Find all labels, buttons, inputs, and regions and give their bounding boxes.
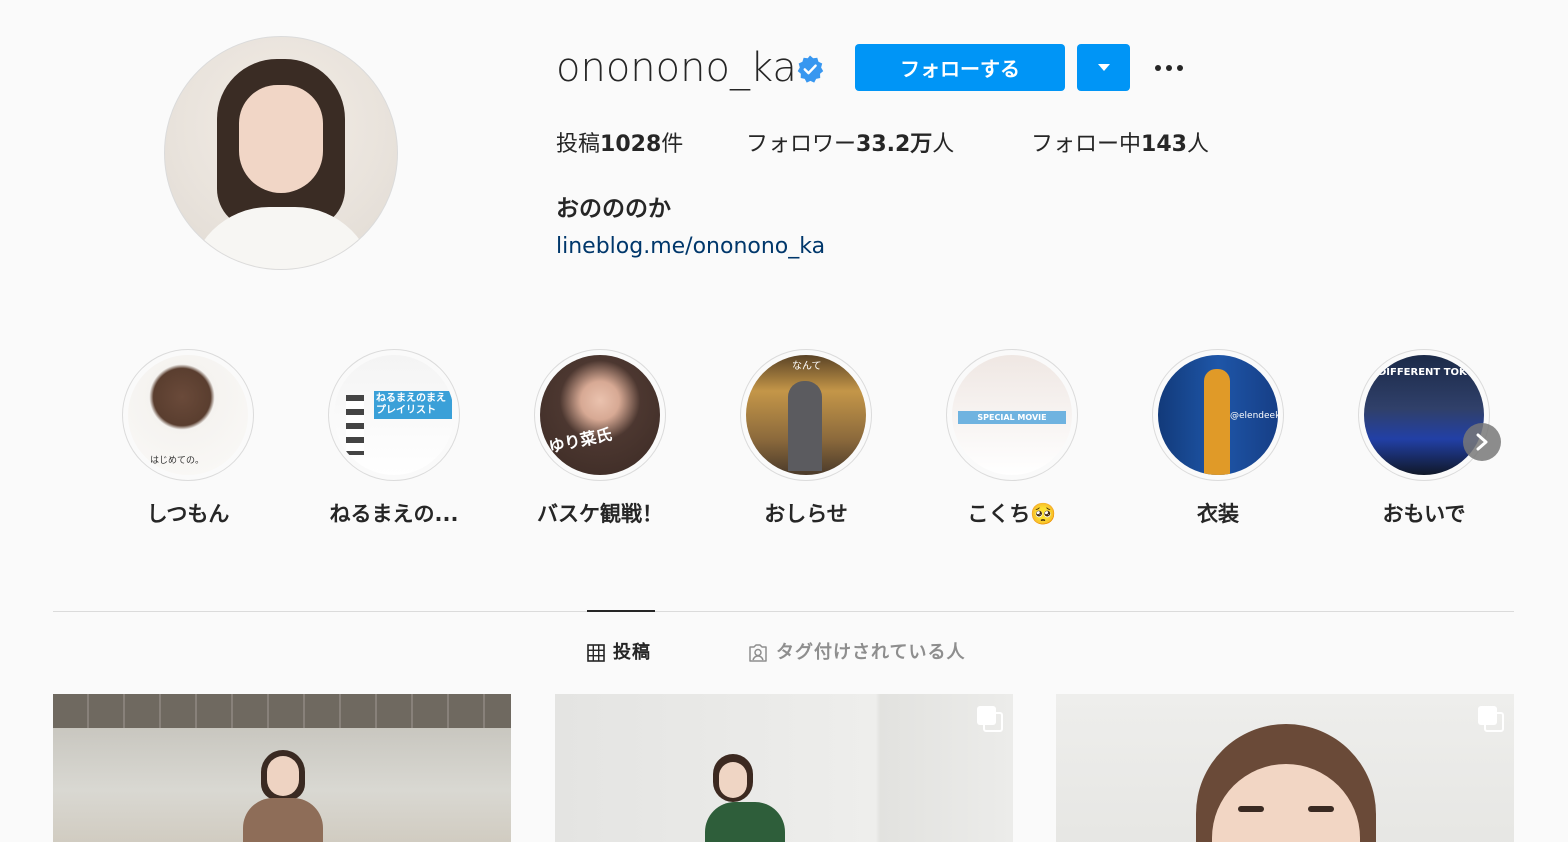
following-number: 143 [1141,132,1187,157]
profile-username: ononono_ka [556,45,797,91]
post-thumbnail[interactable] [555,694,1013,842]
following-link[interactable]: フォロー中143人 [1031,130,1209,160]
highlights-next-button[interactable] [1463,423,1501,461]
profile-avatar[interactable] [164,36,398,270]
active-tab-indicator [587,610,655,612]
caret-down-icon [1097,63,1110,71]
tab-tagged[interactable]: タグ付けされている人 [748,640,965,666]
highlight-ring: なんて [740,349,872,481]
highlight-ring: ゆり菜氏 [534,349,666,481]
highlight-thumbnail: なんて [746,355,866,475]
followers-suffix: 人 [932,132,955,157]
highlight-ring: @elendeek [1152,349,1284,481]
highlight-label: 衣装 [1197,502,1239,526]
highlight-thumb-text: @elendeek [1230,411,1278,421]
multiple-photos-icon [1478,706,1504,732]
highlight-label: おもいで [1382,502,1466,526]
post-person-face [267,756,299,796]
avatar-face [239,85,323,193]
following-prefix: フォロー中 [1031,132,1142,157]
post-wood-fence [53,694,511,728]
chevron-right-icon [1476,433,1488,451]
highlight-thumb-text: ゆり菜氏 [547,424,614,457]
following-suffix: 人 [1186,132,1209,157]
highlight-label: しつもん [146,502,230,526]
highlight-item[interactable]: ねるまえのまえ プレイリスト ねるまえの... [308,349,478,539]
highlight-thumbnail: ねるまえのまえ プレイリスト [334,355,454,475]
highlight-thumb-text: なんて [792,361,822,372]
highlight-item[interactable]: はじめての。 しつもん [102,349,272,539]
followers-link[interactable]: フォロワー33.2万人 [746,130,954,160]
highlight-thumb-text: ねるまえのまえ プレイリスト [374,391,452,419]
highlight-item[interactable]: ゆり菜氏 バスケ観戦！ [514,349,684,539]
post-eye-right [1308,806,1334,812]
posts-number: 1028 [600,132,662,157]
more-dot-icon [1155,65,1161,71]
post-eye-left [1238,806,1264,812]
more-options-button[interactable] [1148,50,1190,86]
post-person-dress [243,798,323,842]
person-silhouette [788,381,822,471]
playlist-thumb-pattern [346,395,364,455]
highlight-thumbnail: @elendeek [1158,355,1278,475]
profile-full-name: おのののか [556,196,671,222]
dress-figure [1204,369,1230,475]
tab-posts-label: 投稿 [613,642,651,663]
highlight-item[interactable]: なんて おしらせ [720,349,890,539]
profile-page: ononono_ka フォローする 投稿1028件 フォロワー33.2万人 フォ… [0,0,1568,842]
posts-prefix: 投稿 [556,132,601,157]
highlight-item[interactable]: SPECIAL MOVIE こくち🥺 [926,349,1096,539]
posts-count: 投稿1028件 [556,130,683,160]
tab-posts[interactable]: 投稿 [587,640,651,666]
highlight-ring: ねるまえのまえ プレイリスト [328,349,460,481]
highlight-label: こくち🥺 [967,502,1057,526]
post-person-face [719,762,747,798]
followers-prefix: フォロワー [746,132,857,157]
highlight-item[interactable]: @elendeek 衣装 [1132,349,1302,539]
more-dot-icon [1166,65,1172,71]
post-thumbnail[interactable] [53,694,511,842]
highlight-ring: SPECIAL MOVIE [946,349,1078,481]
posts-suffix: 件 [661,132,684,157]
post-thumbnail[interactable] [1056,694,1514,842]
highlight-ring: はじめての。 [122,349,254,481]
highlight-thumbnail: ゆり菜氏 [540,355,660,475]
highlight-ring: DIFFERENT TOKYO [1358,349,1490,481]
highlight-thumb-text: DIFFERENT TOKYO [1378,367,1483,378]
grid-icon [587,644,605,662]
highlight-thumb-text: はじめての。 [150,456,205,466]
more-dot-icon [1177,65,1183,71]
highlight-label: おしらせ [764,502,848,526]
followers-number: 33.2万 [856,132,933,157]
highlight-label: バスケ観戦！ [537,502,663,526]
highlight-label: ねるまえの... [329,502,459,526]
highlight-thumbnail: はじめての。 [128,355,248,475]
highlight-thumb-text: SPECIAL MOVIE [958,411,1066,424]
highlight-thumbnail: SPECIAL MOVIE [952,355,1072,475]
multiple-photos-icon [977,706,1003,732]
verified-badge-icon [797,55,824,83]
tab-tagged-label: タグ付けされている人 [776,642,966,663]
bio-link[interactable]: lineblog.me/ononono_ka [556,232,825,262]
tagged-user-icon [749,644,767,662]
suggested-dropdown-button[interactable] [1077,44,1130,91]
highlight-thumbnail: DIFFERENT TOKYO [1364,355,1484,475]
post-person-dress [705,802,785,842]
avatar-shirt [189,207,375,269]
follow-button[interactable]: フォローする [855,44,1065,91]
tabs-divider [53,611,1514,612]
